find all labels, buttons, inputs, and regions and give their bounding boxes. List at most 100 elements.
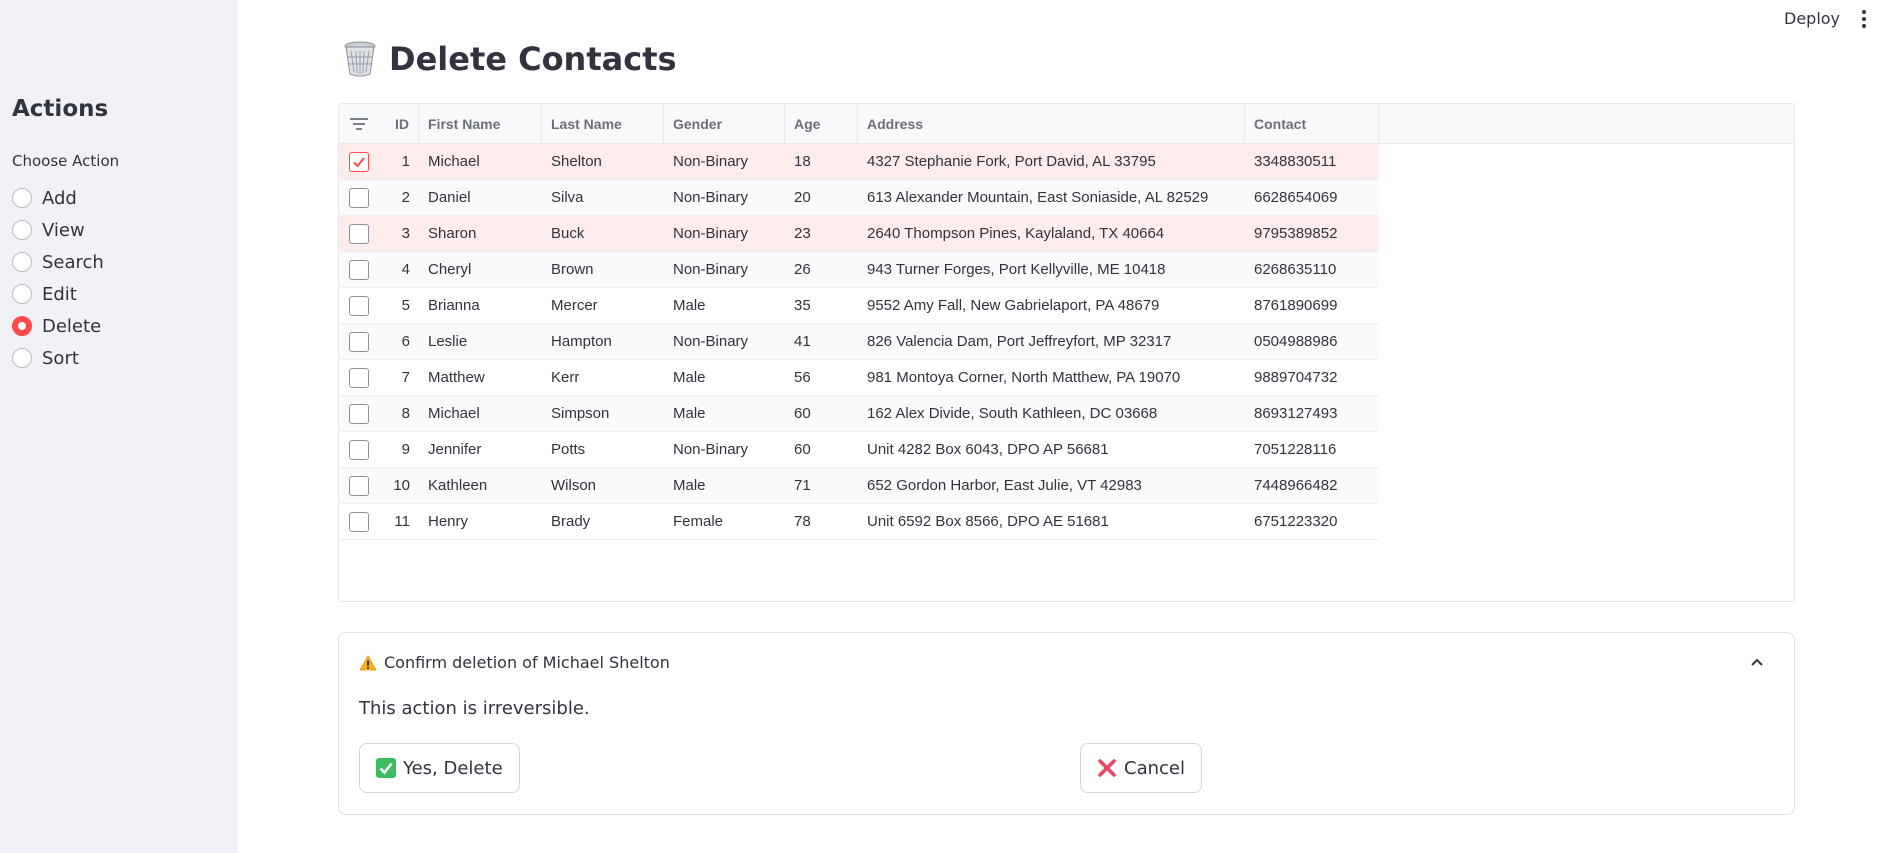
row-checkbox[interactable]: [349, 512, 369, 532]
cell-gender[interactable]: Non-Binary: [664, 432, 785, 468]
row-checkbox-checked[interactable]: [349, 152, 369, 172]
cell-id[interactable]: 6: [389, 324, 419, 360]
cell-address[interactable]: Unit 4282 Box 6043, DPO AP 56681: [858, 432, 1245, 468]
cancel-button[interactable]: Cancel: [1080, 743, 1202, 793]
row-checkbox[interactable]: [349, 332, 369, 352]
cell-id[interactable]: 2: [389, 180, 419, 216]
cell-gender[interactable]: Non-Binary: [664, 180, 785, 216]
cell-id[interactable]: 1: [389, 144, 419, 180]
cell-first-name[interactable]: Leslie: [419, 324, 542, 360]
cell-age[interactable]: 18: [785, 144, 858, 180]
cell-address[interactable]: 2640 Thompson Pines, Kaylaland, TX 40664: [858, 216, 1245, 252]
cell-last-name[interactable]: Wilson: [542, 468, 664, 504]
radio-unselected-icon[interactable]: [12, 188, 32, 208]
cell-first-name[interactable]: Sharon: [419, 216, 542, 252]
cell-id[interactable]: 7: [389, 360, 419, 396]
radio-option[interactable]: Sort: [12, 342, 104, 374]
cell-contact[interactable]: 7448966482: [1245, 468, 1379, 504]
chevron-up-icon[interactable]: [1750, 657, 1764, 667]
table-row[interactable]: 5 Brianna Mercer Male 35 9552 Amy Fall, New G…: [339, 288, 1379, 324]
kebab-menu-icon[interactable]: [1862, 10, 1868, 28]
radio-unselected-icon[interactable]: [12, 348, 32, 368]
cell-contact[interactable]: 8761890699: [1245, 288, 1379, 324]
radio-unselected-icon[interactable]: [12, 284, 32, 304]
cell-gender[interactable]: Female: [664, 504, 785, 540]
cell-age[interactable]: 41: [785, 324, 858, 360]
cell-first-name[interactable]: Michael: [419, 396, 542, 432]
cell-id[interactable]: 10: [389, 468, 419, 504]
column-header-last-name[interactable]: Last Name: [542, 104, 664, 144]
cell-id[interactable]: 8: [389, 396, 419, 432]
cell-age[interactable]: 78: [785, 504, 858, 540]
column-header-first-name[interactable]: First Name: [419, 104, 542, 144]
cell-address[interactable]: 613 Alexander Mountain, East Soniaside, …: [858, 180, 1245, 216]
table-row[interactable]: 4 Cheryl Brown Non-Binary 26 943 Turner Forge…: [339, 252, 1379, 288]
column-header-gender[interactable]: Gender: [664, 104, 785, 144]
cell-gender[interactable]: Non-Binary: [664, 324, 785, 360]
expander-header[interactable]: Confirm deletion of Michael Shelton: [359, 653, 670, 672]
radio-option[interactable]: Search: [12, 246, 104, 278]
cell-last-name[interactable]: Buck: [542, 216, 664, 252]
column-header-age[interactable]: Age: [785, 104, 858, 144]
cell-first-name[interactable]: Jennifer: [419, 432, 542, 468]
cell-contact[interactable]: 3348830511: [1245, 144, 1379, 180]
radio-option[interactable]: Edit: [12, 278, 104, 310]
cell-gender[interactable]: Male: [664, 396, 785, 432]
row-checkbox[interactable]: [349, 440, 369, 460]
radio-option[interactable]: View: [12, 214, 104, 246]
cell-last-name[interactable]: Silva: [542, 180, 664, 216]
cell-gender[interactable]: Male: [664, 360, 785, 396]
cell-last-name[interactable]: Mercer: [542, 288, 664, 324]
cell-id[interactable]: 3: [389, 216, 419, 252]
table-row[interactable]: 1 Michael Shelton Non-Binary 18 4327 Stephani…: [339, 144, 1379, 180]
cell-first-name[interactable]: Michael: [419, 144, 542, 180]
cell-first-name[interactable]: Daniel: [419, 180, 542, 216]
table-row[interactable]: 6 Leslie Hampton Non-Binary 41 826 Valencia D…: [339, 324, 1379, 360]
table-row[interactable]: 7 Matthew Kerr Male 56 981 Montoya Corner, No…: [339, 360, 1379, 396]
cell-contact[interactable]: 8693127493: [1245, 396, 1379, 432]
row-checkbox[interactable]: [349, 368, 369, 388]
cell-contact[interactable]: 6268635110: [1245, 252, 1379, 288]
cell-address[interactable]: 4327 Stephanie Fork, Port David, AL 3379…: [858, 144, 1245, 180]
cell-gender[interactable]: Male: [664, 468, 785, 504]
cell-last-name[interactable]: Hampton: [542, 324, 664, 360]
cell-address[interactable]: 981 Montoya Corner, North Matthew, PA 19…: [858, 360, 1245, 396]
cell-address[interactable]: 943 Turner Forges, Port Kellyville, ME 1…: [858, 252, 1245, 288]
cell-address[interactable]: Unit 6592 Box 8566, DPO AE 51681: [858, 504, 1245, 540]
row-checkbox[interactable]: [349, 404, 369, 424]
cell-gender[interactable]: Non-Binary: [664, 144, 785, 180]
radio-selected-icon[interactable]: [12, 316, 32, 336]
cell-age[interactable]: 71: [785, 468, 858, 504]
row-checkbox[interactable]: [349, 476, 369, 496]
cell-contact[interactable]: 6751223320: [1245, 504, 1379, 540]
column-header-address[interactable]: Address: [858, 104, 1245, 144]
cell-contact[interactable]: 0504988986: [1245, 324, 1379, 360]
table-row[interactable]: 8 Michael Simpson Male 60 162 Alex Divide, So…: [339, 396, 1379, 432]
cell-age[interactable]: 26: [785, 252, 858, 288]
cell-first-name[interactable]: Cheryl: [419, 252, 542, 288]
cell-age[interactable]: 60: [785, 396, 858, 432]
radio-unselected-icon[interactable]: [12, 220, 32, 240]
column-header-id[interactable]: ID: [389, 104, 419, 144]
cell-last-name[interactable]: Simpson: [542, 396, 664, 432]
cell-contact[interactable]: 6628654069: [1245, 180, 1379, 216]
cell-id[interactable]: 4: [389, 252, 419, 288]
deploy-button[interactable]: Deploy: [1784, 9, 1840, 28]
cell-age[interactable]: 60: [785, 432, 858, 468]
cell-last-name[interactable]: Brown: [542, 252, 664, 288]
cell-gender[interactable]: Male: [664, 288, 785, 324]
column-header-contact[interactable]: Contact: [1245, 104, 1379, 144]
radio-unselected-icon[interactable]: [12, 252, 32, 272]
row-checkbox[interactable]: [349, 260, 369, 280]
table-row[interactable]: 3 Sharon Buck Non-Binary 23 2640 Thompson Pin…: [339, 216, 1379, 252]
table-row[interactable]: 10 Kathleen Wilson Male 71 652 Gordon Harbor,…: [339, 468, 1379, 504]
cell-last-name[interactable]: Brady: [542, 504, 664, 540]
cell-first-name[interactable]: Kathleen: [419, 468, 542, 504]
table-row[interactable]: 11 Henry Brady Female 78 Unit 6592 Box 8566, …: [339, 504, 1379, 540]
cell-last-name[interactable]: Potts: [542, 432, 664, 468]
yes-delete-button[interactable]: Yes, Delete: [359, 743, 520, 793]
cell-gender[interactable]: Non-Binary: [664, 252, 785, 288]
row-checkbox[interactable]: [349, 224, 369, 244]
cell-contact[interactable]: 9889704732: [1245, 360, 1379, 396]
cell-gender[interactable]: Non-Binary: [664, 216, 785, 252]
